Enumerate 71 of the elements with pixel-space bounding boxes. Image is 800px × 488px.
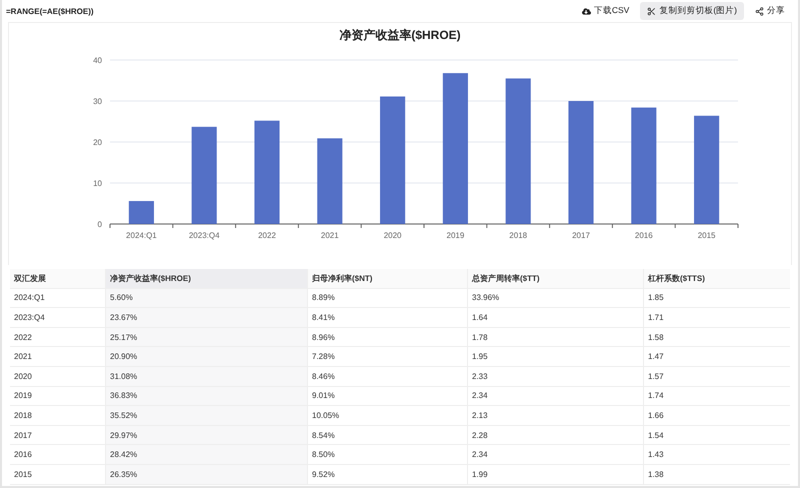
table-cell: 2.33 [467,366,643,387]
table-cell: 25.17% [105,328,307,348]
table-cell: 1.47 [643,347,790,367]
share-icon [755,6,764,16]
table-cell: 26.35% [105,464,307,485]
y-tick-label: 0 [98,220,102,229]
table-cell: 2024:Q1 [10,288,105,308]
table-cell: 1.99 [467,464,643,485]
column-header: 归母净利率($NT) [307,269,467,289]
table-cell: 28.42% [105,445,307,465]
table-cell: 1.38 [643,464,790,485]
table-cell: 8.50% [307,445,467,465]
x-tick-label: 2020 [384,231,402,240]
bar [128,201,154,224]
download-button[interactable]: 下载CSV [574,2,636,20]
column-header: 总资产周转率($TT) [467,269,643,289]
x-tick-label: 2021 [320,231,339,240]
x-tick-label: 2019 [446,231,464,240]
y-tick-label: 10 [93,179,102,188]
table-cell: 10.05% [307,406,467,426]
table-cell: 7.28% [307,347,467,367]
table-cell: 8.54% [307,426,467,446]
table-cell: 1.78 [467,328,643,348]
x-tick-label: 2022 [258,231,276,240]
scissors-icon [647,6,656,16]
column-header: 杠杆系数($TTS) [643,269,790,289]
table-cell: 36.83% [105,386,307,406]
table-cell: 1.85 [643,288,790,308]
copy-button[interactable]: 复制到剪切板(图片) [640,2,744,20]
x-tick-label: 2023:Q4 [188,231,220,240]
table-cell: 9.01% [307,386,467,406]
table-cell: 1.54 [643,426,790,446]
y-tick-label: 40 [93,56,102,65]
table-cell: 1.66 [643,406,790,426]
chart-title: 净资产收益率($HROE) [339,27,461,44]
table-cell: 8.89% [307,288,467,308]
table-cell: 20.90% [105,347,307,367]
table-cell: 8.41% [307,308,467,328]
table-cell: 2.28 [467,426,643,446]
table-cell: 1.71 [643,308,790,328]
table-cell: 1.43 [643,445,790,465]
table-cell: 1.74 [643,386,790,406]
table-cell: 31.08% [105,366,307,387]
table-cell: 2.34 [467,386,643,406]
x-tick-label: 2024:Q1 [126,231,157,240]
formula-text: =RANGE(=AE($HROE)) [6,6,95,16]
y-tick-label: 30 [93,97,102,106]
table-cell: 1.57 [643,366,790,387]
x-tick-label: 2015 [698,231,716,240]
table-cell: 23.67% [105,308,307,328]
table-cell: 2019 [10,386,105,406]
table-cell: 9.52% [307,464,467,485]
table-cell: 1.58 [643,328,790,348]
x-tick-label: 2018 [509,231,528,240]
table-cell: 2.13 [467,406,643,426]
table-cell: 1.64 [467,308,643,328]
y-tick-label: 20 [93,138,102,147]
table-cell: 8.96% [307,328,467,348]
share-button[interactable]: 分享 [748,2,792,20]
table-cell: 35.52% [105,406,307,426]
table-cell: 29.97% [105,426,307,446]
table-cell: 8.46% [307,366,467,387]
table-cell: 1.95 [467,347,643,367]
table-cell: 5.60% [105,288,307,308]
table-cell: 2.34 [467,445,643,465]
x-tick-label: 2016 [634,231,653,240]
column-header: 净资产收益率($HROE) [105,269,307,289]
column-header: 双汇发展 [10,269,105,289]
x-tick-label: 2017 [572,231,590,240]
table-cell: 33.96% [467,288,643,308]
cloud-download-icon [582,6,591,16]
